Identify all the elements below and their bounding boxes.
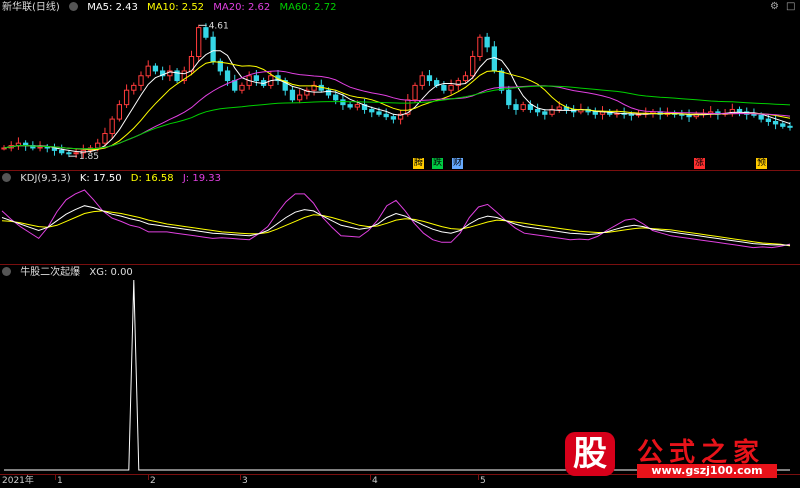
candle-body xyxy=(542,111,548,115)
candle-body xyxy=(419,75,425,86)
candle-body xyxy=(340,99,346,106)
candle-body xyxy=(780,123,786,127)
x-tick xyxy=(370,475,371,480)
candle-body xyxy=(354,104,360,108)
candle-body xyxy=(196,27,202,58)
ma5-line xyxy=(3,50,791,153)
candle-body xyxy=(506,89,512,106)
candle-body xyxy=(145,65,151,77)
candle-body xyxy=(203,27,209,38)
candle-body xyxy=(513,104,519,110)
candle-body xyxy=(628,113,635,116)
x-tick xyxy=(148,475,149,480)
candle-body xyxy=(131,84,137,91)
low-price-label: 1.85 xyxy=(79,152,99,162)
candle-body xyxy=(556,106,562,110)
badge-teng: 腾 xyxy=(413,158,425,169)
candle-body xyxy=(297,94,303,101)
badge-yu: 预 xyxy=(756,158,768,169)
candle-body xyxy=(383,113,389,118)
watermark-logo: 股 xyxy=(565,432,615,476)
kdj-chart xyxy=(1,189,791,249)
candle-body xyxy=(116,104,123,120)
candle-body xyxy=(534,108,541,113)
candle-body xyxy=(484,36,490,48)
x-tick xyxy=(240,475,241,480)
watermark: 股 公式之家 www.gszj100.com xyxy=(557,430,779,480)
candle-body xyxy=(369,108,375,113)
candle-body xyxy=(736,108,743,113)
candle-body xyxy=(109,118,115,135)
candle-body xyxy=(470,56,476,77)
kdj-k-line xyxy=(1,205,791,246)
x-tick-label: 2021年 xyxy=(2,476,34,486)
candle-body xyxy=(592,111,598,115)
candle-body xyxy=(102,133,108,144)
x-tick xyxy=(478,475,479,480)
badge-zhang: 涨 xyxy=(694,158,706,169)
candle-body xyxy=(347,104,353,108)
candle-body xyxy=(123,89,130,106)
candle-body xyxy=(787,125,793,128)
high-price-label: 4.61 xyxy=(209,21,229,31)
candle-body xyxy=(37,146,43,149)
candle-body xyxy=(253,75,260,82)
candle-body xyxy=(491,46,497,72)
divider-kdj xyxy=(0,264,800,265)
candle-body xyxy=(289,89,296,101)
candle-body xyxy=(224,70,231,82)
x-tick-label: 3 xyxy=(242,476,248,486)
candle-body xyxy=(686,114,692,118)
candle-body xyxy=(210,36,216,62)
candle-body xyxy=(758,114,764,120)
candlestick-chart: 4.61 1.85 xyxy=(1,21,793,162)
candle-body xyxy=(73,152,79,155)
candle-body xyxy=(426,75,433,82)
watermark-url: www.gszj100.com xyxy=(637,464,777,478)
candle-body xyxy=(66,152,72,155)
candle-body xyxy=(765,118,772,122)
candle-body xyxy=(462,75,469,82)
candle-body xyxy=(448,84,454,91)
candle-body xyxy=(751,113,757,116)
candle-body xyxy=(477,36,483,58)
candle-body xyxy=(376,111,382,115)
x-tick xyxy=(55,475,56,480)
badge-cai: 财 xyxy=(452,158,464,169)
candle-body xyxy=(333,94,339,101)
x-tick-label: 2 xyxy=(150,476,156,486)
x-tick-label: 1 xyxy=(57,476,63,486)
divider-main xyxy=(0,170,800,171)
kdj-j-line xyxy=(1,189,791,249)
candle-body xyxy=(520,104,526,110)
x-tick-label: 5 xyxy=(480,476,486,486)
candle-body xyxy=(412,84,418,101)
candle-body xyxy=(59,149,65,154)
candle-body xyxy=(239,84,245,91)
candle-body xyxy=(772,120,779,125)
x-tick-label: 4 xyxy=(372,476,378,486)
candle-body xyxy=(44,146,50,149)
candle-body xyxy=(152,65,159,72)
candle-body xyxy=(390,116,397,120)
candle-body xyxy=(527,104,534,110)
candle-body xyxy=(95,142,101,149)
candle-body xyxy=(232,80,238,91)
candle-body xyxy=(441,84,447,91)
badge-die: 跌 xyxy=(432,158,444,169)
candle-body xyxy=(138,75,144,86)
